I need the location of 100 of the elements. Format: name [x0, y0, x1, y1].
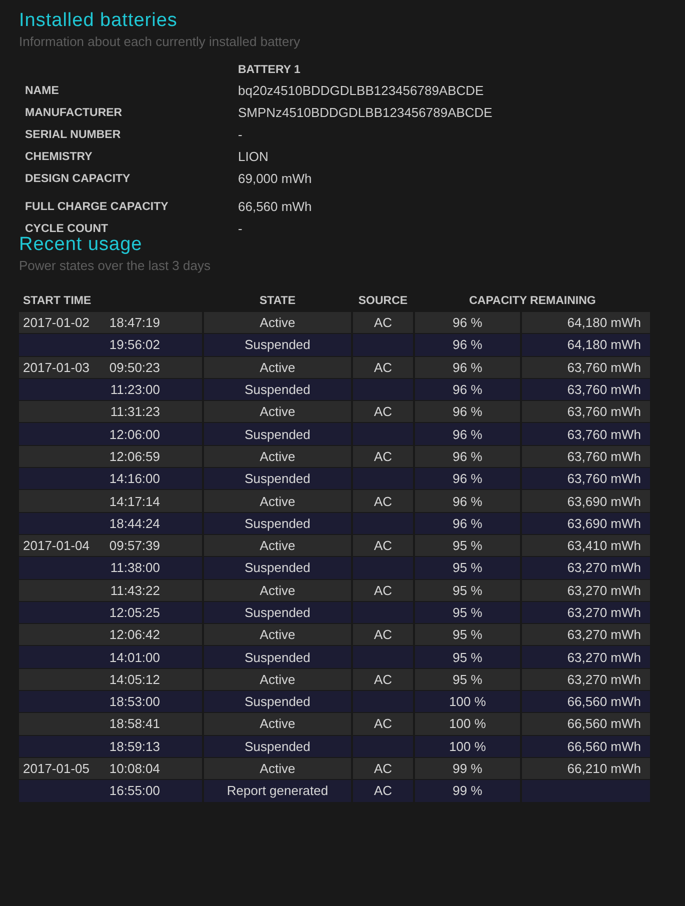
- date-text: 2017-01-02: [23, 315, 90, 330]
- field-label: MANUFACTURER: [25, 106, 122, 118]
- time-text: 11:31:23: [110, 404, 160, 420]
- time-text: 18:47:19: [109, 315, 160, 330]
- capacity-cell: 64,180 mWh: [522, 334, 650, 356]
- time-text: 12:05:25: [109, 605, 160, 620]
- field-value: 69,000 mWh: [238, 171, 312, 186]
- percent-cell: 96 %: [415, 312, 520, 334]
- column-header: BATTERY 1: [238, 64, 300, 76]
- source-cell: AC: [353, 758, 413, 780]
- capacity-cell: 66,560 mWh: [522, 713, 650, 735]
- state-cell: Suspended: [204, 646, 351, 668]
- percent-cell: 96 %: [415, 490, 520, 512]
- state-cell: Active: [204, 401, 351, 422]
- time-text: 18:59:13: [109, 738, 160, 754]
- table-cell: [353, 691, 413, 712]
- time-text: 11:23:00: [110, 382, 160, 398]
- table-cell: [353, 334, 413, 356]
- capacity-cell: 63,690 mWh: [522, 490, 650, 512]
- state-cell: Active: [204, 490, 351, 512]
- source-cell: AC: [353, 713, 413, 735]
- percent-cell: 100 %: [415, 736, 520, 757]
- percent-cell: 100 %: [415, 691, 520, 712]
- field-value: LION: [238, 149, 268, 164]
- time-text: 09:50:23: [109, 360, 160, 375]
- state-cell: Active: [204, 758, 351, 780]
- source-cell: AC: [353, 780, 413, 802]
- percent-cell: 95 %: [415, 534, 520, 556]
- capacity-cell: 66,560 mWh: [522, 736, 650, 757]
- state-cell: Suspended: [204, 468, 351, 490]
- percent-cell: 96 %: [415, 446, 520, 468]
- table-cell: [353, 602, 413, 624]
- capacity-cell: 63,760 mWh: [522, 378, 650, 400]
- source-cell: AC: [353, 312, 413, 334]
- table-cell: [353, 646, 413, 668]
- time-text: 16:55:00: [109, 783, 160, 798]
- time-text: 14:16:00: [109, 471, 160, 486]
- capacity-cell: 64,180 mWh: [522, 312, 650, 334]
- percent-cell: 96 %: [415, 401, 520, 422]
- start-time-header: START TIME: [22, 295, 92, 307]
- state-cell: Active: [204, 580, 351, 601]
- capacity-cell: 63,270 mWh: [522, 557, 650, 579]
- capacity-cell: 63,270 mWh: [522, 624, 650, 646]
- field-value: -: [238, 221, 242, 236]
- state-cell: Active: [204, 356, 351, 378]
- time-text: 09:57:39: [109, 538, 160, 554]
- field-value: 66,560 mWh: [238, 199, 312, 214]
- field-label: CHEMISTRY: [25, 150, 92, 162]
- date-text: 2017-01-05: [23, 761, 90, 776]
- time-text: 18:44:24: [109, 516, 160, 531]
- percent-cell: 100 %: [415, 713, 520, 735]
- capacity-cell: 63,760 mWh: [522, 401, 650, 422]
- state-cell: Active: [204, 624, 351, 646]
- capacity-cell: 63,690 mWh: [522, 512, 650, 534]
- state-cell: Suspended: [204, 378, 351, 400]
- percent-cell: 95 %: [415, 602, 520, 624]
- time-text: 18:53:00: [109, 694, 160, 710]
- table-cell: [353, 423, 413, 445]
- source-cell: AC: [353, 668, 413, 690]
- state-cell: Suspended: [204, 691, 351, 712]
- capacity-cell: 63,270 mWh: [522, 580, 650, 601]
- date-text: 2017-01-03: [23, 360, 90, 375]
- source-cell: AC: [353, 401, 413, 422]
- percent-cell: 95 %: [415, 668, 520, 690]
- capacity-cell: 63,270 mWh: [522, 646, 650, 668]
- state-cell: Report generated: [204, 780, 351, 802]
- state-cell: Suspended: [204, 557, 351, 579]
- time-text: 11:43:22: [110, 582, 160, 598]
- percent-cell: 95 %: [415, 557, 520, 579]
- time-text: 14:05:12: [109, 672, 160, 687]
- source-cell: AC: [353, 446, 413, 468]
- state-cell: Suspended: [204, 736, 351, 757]
- table-cell: [353, 468, 413, 490]
- capacity-cell: 63,410 mWh: [522, 534, 650, 556]
- source-cell: AC: [353, 580, 413, 601]
- time-text: 18:58:41: [109, 716, 160, 732]
- state-cell: Suspended: [204, 512, 351, 534]
- capacity-cell: 63,760 mWh: [522, 468, 650, 490]
- field-label: FULL CHARGE CAPACITY: [25, 200, 168, 212]
- table-cell: [353, 736, 413, 757]
- state-cell: Active: [204, 534, 351, 556]
- capacity-cell: 63,270 mWh: [522, 668, 650, 690]
- section-title: Installed batteries: [19, 10, 178, 32]
- state-header: STATE: [258, 295, 296, 307]
- field-value: SMPNz4510BDDGDLBB123456789ABCDE: [238, 105, 492, 120]
- time-text: 19:56:02: [109, 337, 160, 352]
- capacity-cell: 63,760 mWh: [522, 446, 650, 468]
- time-text: 10:08:04: [109, 761, 160, 776]
- percent-cell: 95 %: [415, 580, 520, 601]
- percent-cell: 96 %: [415, 378, 520, 400]
- percent-cell: 96 %: [415, 423, 520, 445]
- source-cell: AC: [353, 534, 413, 556]
- table-cell: [353, 512, 413, 534]
- state-cell: Active: [204, 668, 351, 690]
- percent-cell: 96 %: [415, 468, 520, 490]
- time-text: 12:06:42: [109, 627, 160, 642]
- state-cell: Active: [204, 713, 351, 735]
- percent-cell: 99 %: [415, 780, 520, 802]
- source-cell: AC: [353, 356, 413, 378]
- time-text: 12:06:00: [109, 426, 160, 442]
